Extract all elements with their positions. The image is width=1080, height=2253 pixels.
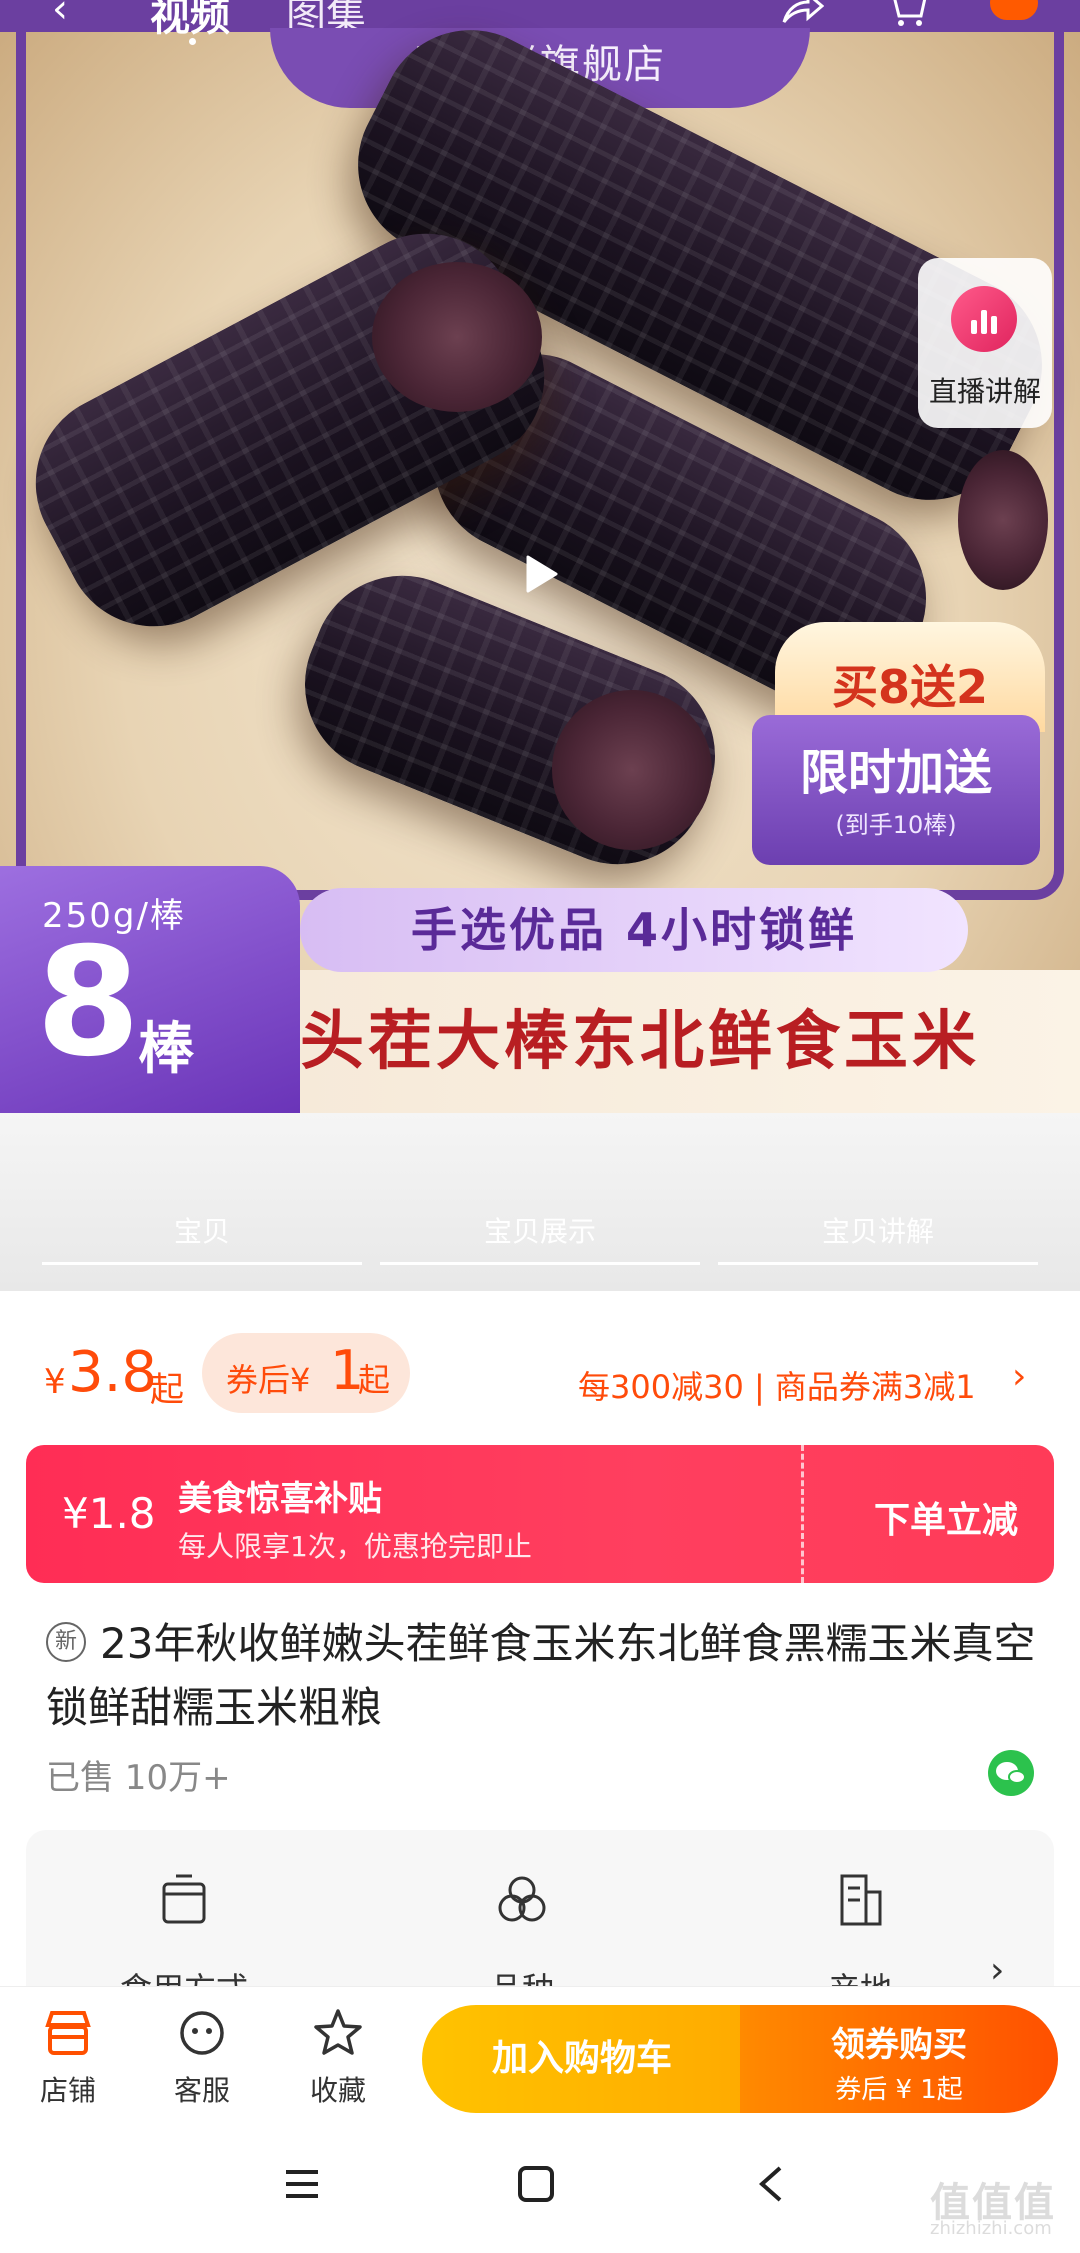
bottom-action-bar: 店铺 客服 收藏 加入购物车 领券购买 券后 ¥ 1起 bbox=[0, 1986, 1080, 2134]
price-value: 3.8 bbox=[68, 1340, 158, 1405]
coupon-suffix: 起 bbox=[358, 1361, 391, 1399]
tab-video[interactable]: 视频 bbox=[150, 0, 230, 42]
service-label: 客服 bbox=[173, 2074, 230, 2107]
cart-icon[interactable] bbox=[885, 0, 929, 38]
new-badge: 新 bbox=[46, 1622, 86, 1662]
buy-sub-label: 券后 ¥ 1起 bbox=[835, 2075, 963, 2105]
product-hero-video[interactable]: ‹ 视频 图集 园依鲜旗舰店 直播讲解 买8送2 限时加送 (到手10棒) 头茬… bbox=[0, 0, 1080, 1113]
chevron-right-icon[interactable]: › bbox=[990, 1950, 1004, 1991]
home-icon[interactable] bbox=[516, 2164, 556, 2204]
anchor-underline bbox=[42, 1262, 362, 1265]
anchor-tab-display[interactable]: 宝贝展示 bbox=[380, 1210, 700, 1250]
store-icon bbox=[45, 2011, 91, 2055]
store-button[interactable]: 店铺 bbox=[18, 2005, 118, 2109]
building-icon bbox=[830, 1870, 890, 1930]
service-icon bbox=[180, 2011, 224, 2055]
watermark-url: zhizhizhi.com bbox=[930, 2218, 1052, 2239]
chevron-right-icon[interactable]: › bbox=[1012, 1356, 1026, 1397]
menu-icon[interactable] bbox=[282, 2164, 322, 2204]
service-button[interactable]: 客服 bbox=[152, 2005, 252, 2109]
add-to-cart-button[interactable]: 加入购物车 bbox=[422, 2005, 742, 2113]
anchor-tab-explain[interactable]: 宝贝讲解 bbox=[718, 1210, 1038, 1250]
discount-info-link[interactable]: 每300减30 | 商品券满3减1 bbox=[578, 1362, 976, 1408]
favorite-label: 收藏 bbox=[309, 2074, 366, 2107]
favorite-button[interactable]: 收藏 bbox=[288, 2005, 388, 2109]
subsidy-banner[interactable]: ¥1.8 美食惊喜补贴 每人限享1次，优惠抢完即止 下单立减 bbox=[26, 1445, 1054, 1583]
promo-sub-text: (到手10棒) bbox=[835, 811, 957, 839]
store-label: 店铺 bbox=[39, 2074, 96, 2107]
price-suffix: 起 bbox=[150, 1370, 184, 1410]
promo-main-text: 限时加送 bbox=[799, 745, 992, 801]
live-icon bbox=[951, 286, 1017, 352]
coupon-prefix: 券后¥ bbox=[226, 1361, 311, 1399]
buy-main-label: 领券购买 bbox=[831, 2025, 967, 2065]
live-explain-button[interactable]: 直播讲解 bbox=[918, 258, 1052, 428]
spec-panel: 250g/棒 8 棒 bbox=[0, 866, 300, 1113]
anchor-tab-item[interactable]: 宝贝 bbox=[42, 1210, 362, 1250]
hero-big-title: 头茬大棒东北鲜食玉米 bbox=[300, 1005, 980, 1079]
back-icon[interactable]: ‹ bbox=[52, 0, 68, 32]
wechat-share-icon[interactable] bbox=[988, 1750, 1034, 1796]
live-explain-label: 直播讲解 bbox=[928, 375, 1041, 408]
promo-limited-time: 限时加送 (到手10棒) bbox=[752, 715, 1040, 865]
back-icon[interactable] bbox=[752, 2164, 792, 2204]
circles-icon bbox=[492, 1870, 552, 1930]
subsidy-amount: ¥1.8 bbox=[62, 1489, 156, 1538]
product-title: 23年秋收鲜嫩头茬鲜食玉米东北鲜食黑糯玉米真空锁鲜甜糯玉米粗粮 bbox=[46, 1619, 1036, 1732]
anchor-underline bbox=[380, 1262, 700, 1265]
corn-cut-end-right bbox=[958, 450, 1048, 590]
corn-cut-end-left bbox=[372, 262, 542, 412]
price-currency: ¥ bbox=[44, 1362, 66, 1402]
pot-icon bbox=[154, 1870, 214, 1930]
system-navigation-bar bbox=[0, 2134, 1080, 2253]
anchor-underline bbox=[718, 1262, 1038, 1265]
sold-count: 已售 10万+ bbox=[46, 1758, 231, 1798]
corn-cut-end-front bbox=[552, 690, 712, 850]
star-icon bbox=[314, 2009, 362, 2055]
coupon-price-pill: 券后¥ 1 起 bbox=[202, 1333, 410, 1413]
subsidy-divider bbox=[801, 1445, 804, 1583]
play-icon[interactable] bbox=[524, 554, 560, 594]
tab-active-dot bbox=[189, 38, 196, 45]
buy-with-coupon-button[interactable]: 领券购买 券后 ¥ 1起 bbox=[740, 2005, 1058, 2113]
spec-unit: 棒 bbox=[138, 1017, 194, 1082]
hero-slogan: 手选优品 4小时锁鲜 bbox=[300, 888, 968, 972]
subsidy-title: 美食惊喜补贴 bbox=[178, 1479, 382, 1519]
spec-count: 8 bbox=[36, 916, 141, 1090]
subsidy-desc: 每人限享1次，优惠抢完即止 bbox=[178, 1530, 532, 1563]
subsidy-action: 下单立减 bbox=[874, 1500, 1019, 1541]
